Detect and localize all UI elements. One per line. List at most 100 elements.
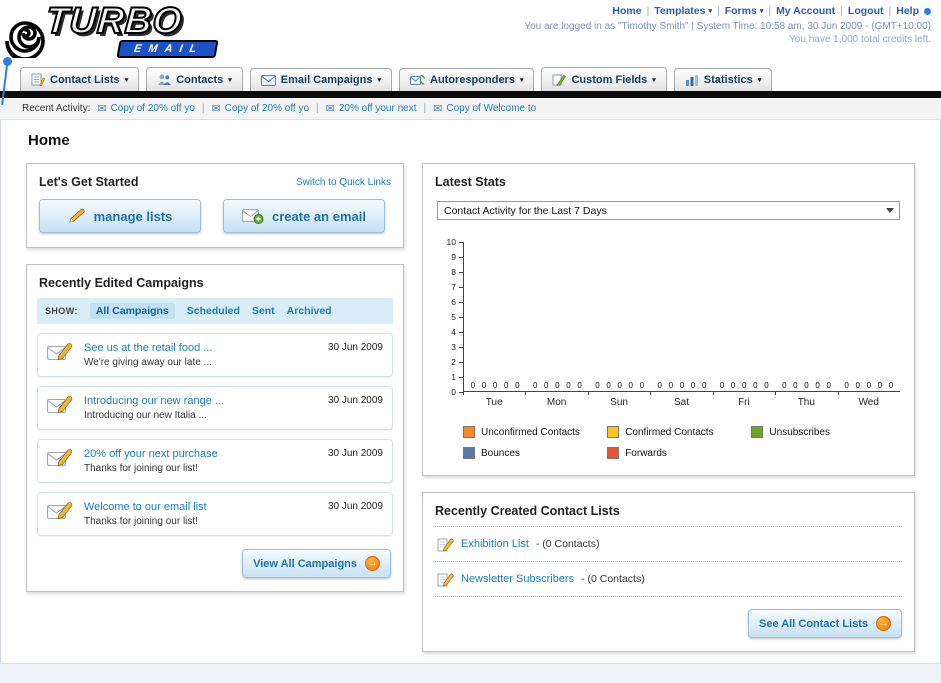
filter-scheduled[interactable]: Scheduled [187, 305, 240, 317]
header: TURBO EMAIL Home | Templates ▾ | Forms ▾… [0, 0, 941, 105]
bar-value-label: 0 [606, 381, 611, 390]
stats-period-select[interactable]: Contact Activity for the Last 7 Days [437, 201, 900, 220]
bar-value-label: 0 [719, 381, 725, 390]
contact-lists-title: Recently Created Contact Lists [435, 504, 620, 518]
separator: | [316, 103, 319, 114]
campaign-date: 30 Jun 2009 [327, 501, 383, 512]
bar-group: 00000 [651, 381, 713, 390]
chart-y-axis: 10 9 8 7 6 5 4 3 2 1 0 [437, 238, 463, 396]
campaign-row[interactable]: Introducing our new range ... Introducin… [37, 386, 393, 430]
envelope-icon: ✉ [433, 103, 443, 115]
contact-list-count: - (0 Contacts) [581, 573, 645, 585]
campaign-title-link[interactable]: Introducing our new range ... [84, 395, 224, 407]
campaign-title-link[interactable]: Welcome to our email list [84, 501, 207, 513]
recent-activity-link[interactable]: Copy of 20% off yo [111, 103, 195, 114]
campaign-row[interactable]: Welcome to our email list Thanks for joi… [37, 492, 393, 536]
contact-list-link[interactable]: Exhibition List [461, 538, 529, 550]
chevron-down-icon: ▾ [377, 77, 381, 84]
campaign-row[interactable]: 20% off your next purchase Thanks for jo… [37, 439, 393, 483]
top-link-forms[interactable]: Forms [725, 5, 757, 17]
bar-value-label: 0 [470, 381, 476, 390]
tab-contact-lists[interactable]: Contact Lists ▾ [20, 67, 140, 91]
bar-value-label: 0 [793, 381, 798, 390]
bar-value-label: 0 [782, 381, 787, 390]
list-pencil-icon [437, 538, 454, 552]
create-email-label: create an email [272, 208, 366, 224]
separator: | [423, 103, 427, 114]
latest-stats-title: Latest Stats [435, 175, 506, 189]
contact-list-row[interactable]: Newsletter Subscribers - (0 Contacts) [435, 562, 902, 597]
header-right: Home | Templates ▾ | Forms ▾ | My Accoun… [524, 5, 931, 45]
create-email-button[interactable]: create an email [223, 199, 385, 233]
bar-value-label: 0 [888, 381, 894, 390]
bar-value-label: 0 [617, 381, 622, 390]
recent-activity-link[interactable]: 20% off your next [339, 103, 417, 114]
credits-info: You have 1,000 total credits left. [789, 34, 931, 45]
filter-archived[interactable]: Archived [287, 305, 332, 317]
contact-list-link[interactable]: Newsletter Subscribers [461, 573, 574, 585]
bar-value-label: 0 [628, 381, 633, 390]
arrow-circle-icon: → [365, 556, 380, 571]
legend-swatch [751, 426, 764, 438]
logo-text-block: TURBO EMAIL [44, 0, 219, 58]
main-content: Home Let's Get Started Switch to Quick L… [0, 120, 941, 652]
bar-value-label: 0 [877, 381, 883, 390]
switch-quick-links-link[interactable]: Switch to Quick Links [296, 177, 391, 188]
campaign-title-link[interactable]: 20% off your next purchase [84, 448, 218, 460]
logo-title: TURBO [44, 0, 185, 42]
top-link-logout[interactable]: Logout [848, 5, 884, 17]
bar-value-label: 0 [566, 381, 571, 390]
campaign-date: 30 Jun 2009 [327, 395, 383, 406]
view-all-campaigns-button[interactable]: View All Campaigns → [242, 549, 391, 578]
x-axis-label: Tue [463, 392, 525, 408]
legend-item: Bounces [463, 447, 607, 459]
bar-group: 00000 [526, 381, 588, 390]
legend-label: Bounces [481, 447, 520, 459]
campaign-title-link[interactable]: See us at the retail food ... [84, 342, 212, 354]
bar-value-label: 0 [701, 381, 707, 390]
bar-value-label: 0 [595, 381, 600, 390]
tab-email-campaigns[interactable]: Email Campaigns ▾ [249, 68, 392, 91]
recent-activity-link[interactable]: Copy of 20% off yo [225, 103, 309, 114]
campaign-row[interactable]: See us at the retail food ... We're givi… [37, 333, 393, 377]
contact-list-row[interactable]: Exhibition List - (0 Contacts) [435, 527, 902, 562]
campaign-list: See us at the retail food ... We're givi… [27, 324, 403, 545]
top-link-my-account[interactable]: My Account [776, 5, 835, 17]
campaign-date: 30 Jun 2009 [327, 448, 383, 459]
tab-contacts[interactable]: Contacts ▾ [146, 67, 243, 91]
recent-activity-item: ✉ Copy of 20% off yo [212, 102, 310, 115]
bar-value-label: 0 [855, 381, 860, 390]
chevron-down-icon: ▾ [228, 76, 232, 84]
campaign-filter-bar: SHOW: All Campaigns Scheduled Sent Archi… [37, 298, 393, 324]
x-axis-label: Thu [775, 392, 837, 408]
campaign-edit-icon [47, 396, 73, 414]
bar-value-label: 0 [657, 381, 662, 390]
custom-fields-icon [552, 74, 567, 86]
left-column: Let's Get Started Switch to Quick Links … [26, 163, 404, 592]
top-link-help[interactable]: Help [896, 5, 919, 17]
bar-value-label: 0 [679, 381, 685, 390]
bar-group: 00000 [589, 381, 651, 390]
legend-label: Unsubscribes [769, 426, 830, 438]
tab-statistics[interactable]: Statistics ▾ [673, 68, 773, 91]
page-title: Home [28, 132, 70, 149]
bar-group: 00000 [464, 381, 526, 390]
filter-all-campaigns[interactable]: All Campaigns [89, 303, 175, 319]
bar-group: 00000 [775, 381, 837, 390]
recent-activity-link[interactable]: Copy of Welcome to [446, 103, 536, 114]
tab-autoresponders[interactable]: Autoresponders ▾ [399, 68, 535, 91]
list-pencil-icon [437, 573, 454, 587]
manage-lists-button[interactable]: manage lists [39, 199, 201, 233]
separator: | [646, 5, 650, 17]
nav-divider-bar [0, 91, 941, 98]
main-nav: Contact Lists ▾ Contacts ▾ Email Campaig… [0, 64, 941, 91]
filter-sent[interactable]: Sent [252, 305, 275, 317]
x-axis-label: Fri [712, 392, 775, 408]
legend-item: Confirmed Contacts [607, 426, 751, 438]
top-link-home[interactable]: Home [612, 5, 641, 17]
see-all-contact-lists-button[interactable]: See All Contact Lists → [747, 609, 902, 638]
tab-custom-fields[interactable]: Custom Fields ▾ [541, 67, 667, 91]
campaigns-panel: Recently Edited Campaigns SHOW: All Camp… [26, 264, 404, 592]
top-link-templates[interactable]: Templates [654, 5, 705, 17]
get-started-title: Let's Get Started [39, 175, 139, 189]
